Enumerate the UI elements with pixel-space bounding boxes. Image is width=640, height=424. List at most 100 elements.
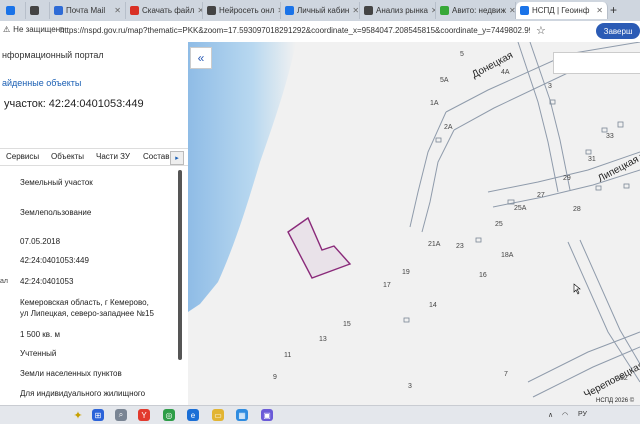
avito-icon bbox=[440, 6, 449, 15]
field-category: Земли населенных пунктов bbox=[20, 369, 122, 378]
river-area bbox=[188, 42, 296, 312]
weather-sparkle-icon[interactable]: ✦ bbox=[72, 409, 84, 422]
found-objects-link[interactable]: айденные объекты bbox=[2, 78, 81, 88]
field-area: 1 500 кв. м bbox=[20, 330, 60, 339]
parcel-outline[interactable] bbox=[287, 216, 352, 279]
browser-tab-strip: Почта Mail ✕ Скачать файл ✕ Нейросеть он… bbox=[0, 0, 640, 21]
svg-text:13: 13 bbox=[319, 336, 327, 343]
field-permitted-use: Для индивидуального жилищного bbox=[20, 389, 146, 398]
street-label-cherepovetskaya: Череповецкая bbox=[582, 360, 640, 401]
tab-label: Скачать файл bbox=[142, 6, 195, 15]
chrome-icon[interactable]: ◎ bbox=[163, 409, 175, 421]
svg-text:4А: 4А bbox=[501, 69, 510, 76]
svg-text:1А: 1А bbox=[430, 100, 439, 107]
portal-title: нформационный портал bbox=[2, 50, 104, 60]
tab-label: Анализ рынка bbox=[376, 6, 428, 15]
nspd-icon bbox=[520, 6, 529, 15]
profile-button[interactable]: Заверш bbox=[596, 23, 640, 39]
tab-label: Авито: недвиж bbox=[452, 6, 506, 15]
tab-nspd[interactable]: НСПД | Геоинф ✕ bbox=[516, 2, 608, 19]
tab-mail[interactable]: Почта Mail ✕ bbox=[50, 2, 126, 19]
panel-scrollbar[interactable] bbox=[178, 170, 182, 360]
mail-icon bbox=[54, 6, 63, 15]
svg-text:31: 31 bbox=[588, 156, 596, 163]
road-network bbox=[409, 42, 640, 398]
warning-icon: ⚠ bbox=[3, 25, 11, 34]
house-numbers: 5 5А 4А 1А 2А 33 3 31 29 27 28 25А 25 21… bbox=[273, 51, 628, 390]
yandex-browser-icon[interactable]: Y bbox=[138, 409, 150, 421]
tray-chevron-icon[interactable]: ∧ bbox=[548, 411, 553, 419]
collapse-panel-button[interactable]: « bbox=[190, 47, 212, 69]
tab-2[interactable] bbox=[26, 2, 50, 19]
svg-text:33: 33 bbox=[606, 133, 614, 140]
map-copyright: НСПД 2026 © bbox=[596, 398, 635, 404]
tab-market[interactable]: Анализ рынка ✕ bbox=[360, 2, 436, 19]
close-icon[interactable]: ✕ bbox=[114, 6, 121, 15]
close-icon[interactable]: ✕ bbox=[596, 6, 603, 15]
field-address-line1: Кемеровская область, г Кемерово, bbox=[20, 298, 149, 307]
wifi-icon[interactable]: ◠ bbox=[562, 411, 568, 419]
tabs-next-button[interactable]: ▸ bbox=[170, 151, 184, 165]
security-label: Не защищено bbox=[13, 25, 65, 34]
svg-text:3: 3 bbox=[548, 83, 552, 90]
close-icon[interactable]: ✕ bbox=[352, 6, 359, 15]
tab-cabinet[interactable]: Личный кабин ✕ bbox=[281, 2, 360, 19]
parcel-title: участок: 42:24:0401053:449 bbox=[4, 98, 144, 110]
field-label-quarter: ал bbox=[0, 278, 8, 285]
svg-text:16: 16 bbox=[479, 272, 487, 279]
svg-text:9: 9 bbox=[273, 374, 277, 381]
svg-text:23: 23 bbox=[456, 243, 464, 250]
svg-text:32: 32 bbox=[620, 375, 628, 382]
tab-favicon-icon bbox=[285, 6, 294, 15]
svg-text:2А: 2А bbox=[444, 124, 453, 131]
map-search-input[interactable] bbox=[553, 52, 640, 74]
svg-text:7: 7 bbox=[504, 371, 508, 378]
field-quarter: 42:24:0401053 bbox=[20, 277, 74, 286]
svg-text:15: 15 bbox=[343, 321, 351, 328]
tab-label: Нейросеть онл bbox=[219, 6, 275, 15]
tab-services[interactable]: Сервисы bbox=[6, 152, 39, 161]
tab-composition[interactable]: Состав bbox=[143, 152, 170, 161]
bookmark-star-icon[interactable]: ☆ bbox=[536, 24, 546, 37]
search-icon[interactable]: ⌕ bbox=[115, 409, 127, 421]
tab-parts[interactable]: Части ЗУ bbox=[96, 152, 130, 161]
tab-label: НСПД | Геоинф bbox=[532, 6, 590, 15]
map-view[interactable]: Донецкая Липецкая ули Череповецкая 5 5А … bbox=[188, 42, 640, 405]
tab-favicon-icon bbox=[207, 6, 216, 15]
tab-favicon-icon bbox=[364, 6, 373, 15]
tab-avito[interactable]: Авито: недвиж ✕ bbox=[436, 2, 516, 19]
field-kind: Землепользование bbox=[20, 208, 92, 217]
tab-objects[interactable]: Объекты bbox=[51, 152, 84, 161]
svg-text:28: 28 bbox=[573, 206, 581, 213]
tab-label: Личный кабин bbox=[297, 6, 350, 15]
tab-label: Почта Mail bbox=[66, 6, 106, 15]
svg-text:25А: 25А bbox=[514, 205, 527, 212]
field-cadastral-number: 42:24:0401053:449 bbox=[20, 256, 89, 265]
edge-icon[interactable]: e bbox=[187, 409, 199, 421]
address-bar: ⚠ Не защищено https://nspd.gov.ru/map?th… bbox=[0, 21, 640, 43]
tab-neural[interactable]: Нейросеть онл ✕ bbox=[203, 2, 281, 19]
app-icon[interactable]: ▣ bbox=[261, 409, 273, 421]
info-panel: нформационный портал айденные объекты уч… bbox=[0, 42, 189, 405]
svg-text:5: 5 bbox=[460, 51, 464, 58]
tab-favicon-icon bbox=[6, 6, 15, 15]
start-icon[interactable]: ⊞ bbox=[92, 409, 104, 421]
url-field[interactable]: https://nspd.gov.ru/map?thematic=PKK&zoo… bbox=[60, 26, 530, 35]
mouse-cursor-icon bbox=[573, 283, 581, 295]
tray-language[interactable]: РУ bbox=[578, 411, 587, 418]
taskbar: ✦ ⊞ ⌕ Y ◎ e ▭ ▦ ▣ ∧ ◠ РУ bbox=[0, 405, 640, 424]
tab-favicon-icon bbox=[30, 6, 39, 15]
folder-icon[interactable]: ▭ bbox=[212, 409, 224, 421]
tab-download[interactable]: Скачать файл ✕ bbox=[126, 2, 203, 19]
svg-text:17: 17 bbox=[383, 282, 391, 289]
close-icon[interactable]: ✕ bbox=[509, 6, 515, 15]
new-tab-button[interactable]: + bbox=[610, 3, 617, 17]
panel-tabs: Сервисы Объекты Части ЗУ Состав ▸ bbox=[0, 148, 188, 166]
store-icon[interactable]: ▦ bbox=[236, 409, 248, 421]
svg-text:21А: 21А bbox=[428, 241, 441, 248]
tab-1[interactable] bbox=[2, 2, 26, 19]
field-date: 07.05.2018 bbox=[20, 237, 61, 246]
field-status: Учтенный bbox=[20, 349, 57, 358]
svg-text:29: 29 bbox=[563, 175, 571, 182]
security-indicator[interactable]: ⚠ Не защищено bbox=[3, 25, 65, 34]
